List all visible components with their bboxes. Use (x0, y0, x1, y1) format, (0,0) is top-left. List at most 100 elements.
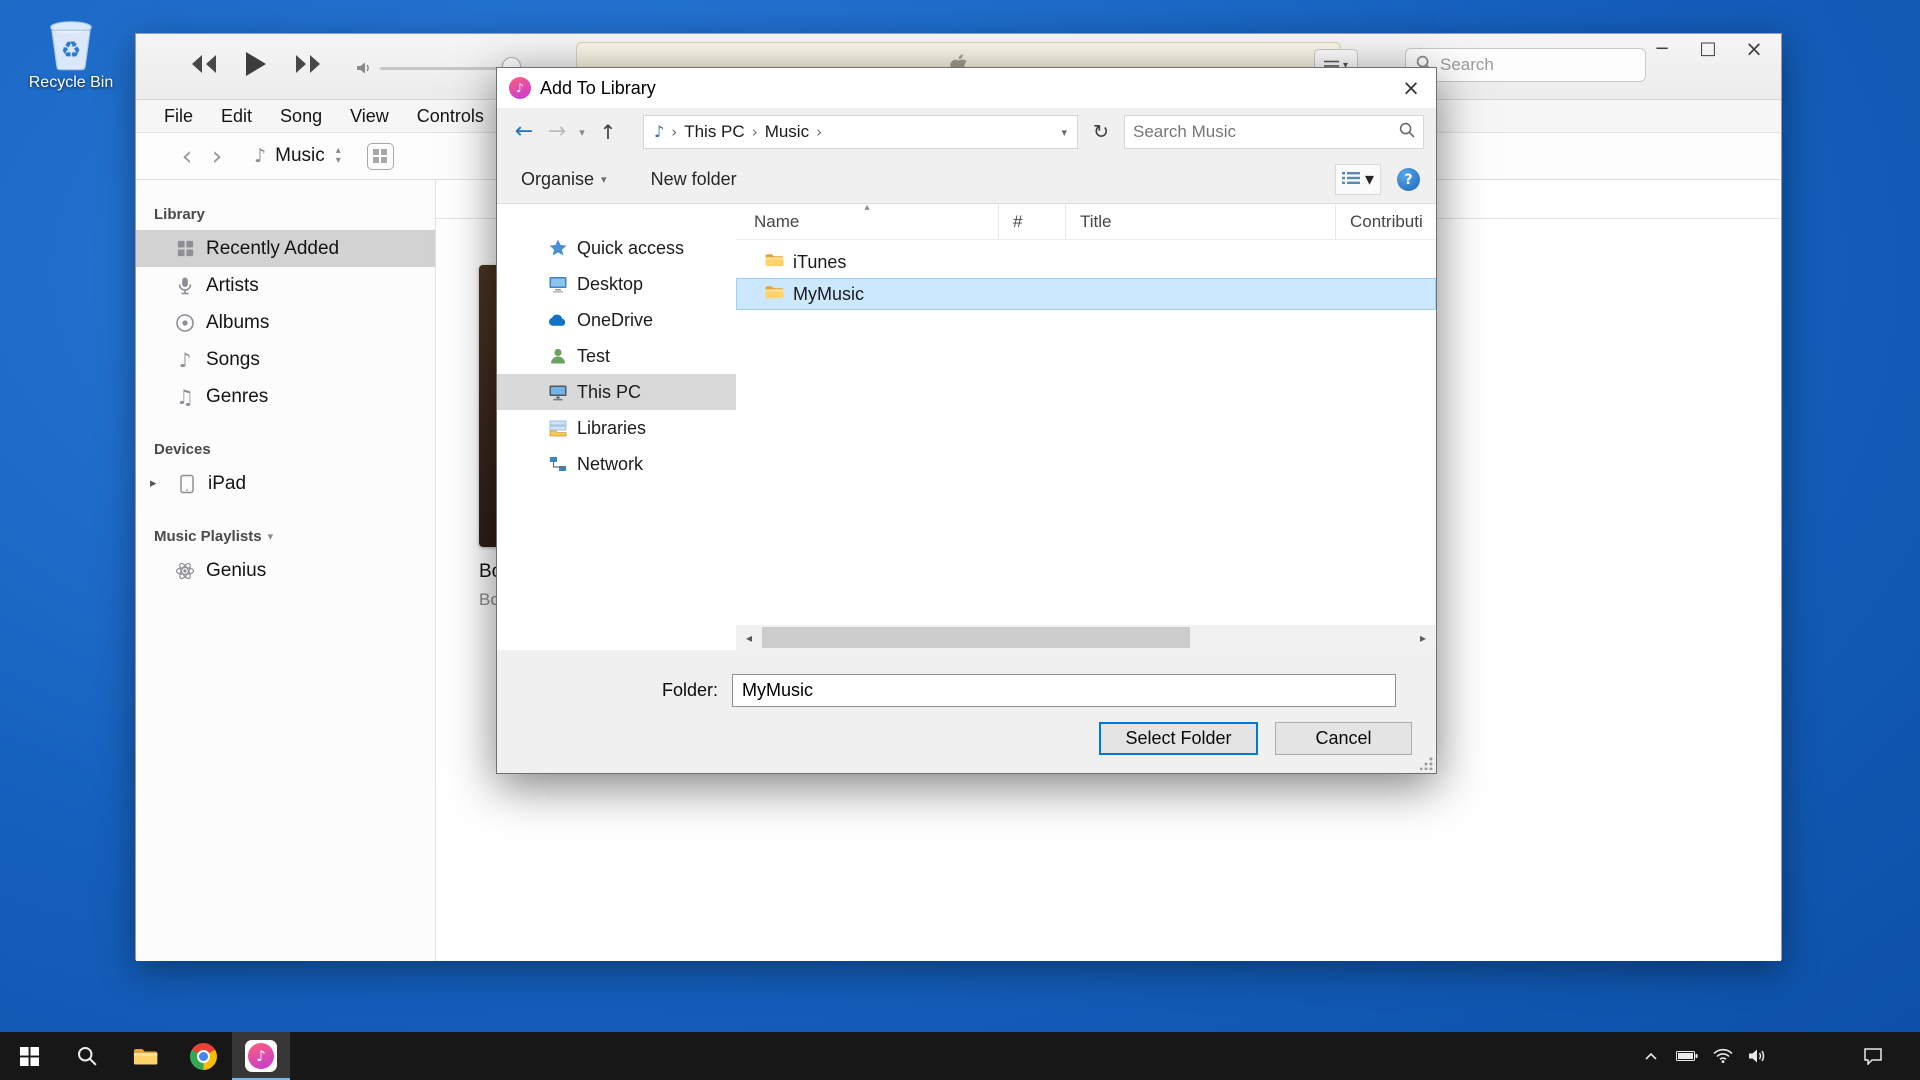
chevron-down-icon[interactable]: ▾ (268, 531, 274, 542)
history-dropdown-icon[interactable]: ▾ (575, 127, 589, 138)
change-view-button[interactable]: ▾ (1335, 164, 1381, 195)
tray-volume-icon[interactable] (1740, 1032, 1774, 1080)
tree-item-label: This PC (577, 382, 641, 403)
forward-chevron-button[interactable]: › (202, 143, 232, 170)
libraries-icon (547, 419, 568, 437)
back-button[interactable]: ← (509, 121, 539, 143)
column-header-title[interactable]: Title (1066, 204, 1336, 239)
menu-song[interactable]: Song (266, 100, 336, 132)
action-center-button[interactable] (1856, 1032, 1890, 1080)
record-icon (174, 313, 196, 333)
folder-icon (764, 284, 784, 305)
notification-bubble-icon (1863, 1047, 1883, 1065)
resize-grip[interactable] (1420, 757, 1433, 770)
scroll-left-arrow[interactable]: ◂ (736, 625, 762, 650)
sidebar-item-ipad[interactable]: ▸ iPad (136, 465, 435, 502)
folder-label: Folder: (497, 680, 718, 701)
back-chevron-button[interactable]: ‹ (172, 143, 202, 170)
dialog-close-button[interactable]: × (1386, 68, 1436, 108)
taskbar-file-explorer-button[interactable] (116, 1032, 174, 1080)
itunes-icon: ♪ (245, 1040, 277, 1072)
file-row-itunes[interactable]: iTunes (736, 246, 1436, 278)
tree-item-desktop[interactable]: Desktop (497, 266, 736, 302)
question-mark-icon: ? (1404, 173, 1412, 187)
organise-menu-button[interactable]: Organise ▾ (521, 169, 607, 190)
volume-slider-track[interactable] (380, 67, 512, 70)
column-header-number[interactable]: # (999, 204, 1066, 239)
itunes-search-input[interactable] (1440, 55, 1661, 75)
folder-name-input[interactable] (732, 674, 1396, 707)
grid-icon (373, 149, 387, 163)
music-note-icon: ♪ (174, 350, 196, 370)
address-bar[interactable]: ♪ › This PC › Music › ▾ (643, 115, 1078, 149)
itunes-search-box[interactable] (1405, 48, 1646, 82)
menu-edit[interactable]: Edit (207, 100, 266, 132)
recycle-bin-icon: ♻ (42, 10, 100, 72)
fast-forward-button[interactable] (294, 53, 322, 80)
menu-view[interactable]: View (336, 100, 403, 132)
scrollbar-track[interactable] (762, 625, 1410, 650)
selector-arrows-icon: ▴ ▾ (336, 146, 341, 166)
new-folder-button[interactable]: New folder (651, 169, 737, 190)
horizontal-scrollbar[interactable]: ◂ ▸ (736, 625, 1436, 650)
itunes-sidebar: Library Recently Added Artists Albums (136, 180, 436, 961)
tree-item-onedrive[interactable]: OneDrive (497, 302, 736, 338)
sidebar-item-label: Genius (206, 560, 266, 582)
sidebar-item-genres[interactable]: ♫ Genres (136, 378, 435, 415)
scrollbar-thumb[interactable] (762, 627, 1190, 648)
file-row-mymusic[interactable]: MyMusic (736, 278, 1436, 310)
folder-name-row: Folder: (497, 672, 1438, 708)
menu-controls[interactable]: Controls (403, 100, 498, 132)
tray-show-hidden-icons-button[interactable] (1634, 1032, 1668, 1080)
sidebar-item-songs[interactable]: ♪ Songs (136, 341, 435, 378)
recycle-bin-label: Recycle Bin (16, 74, 126, 92)
volume-speaker-icon (356, 61, 372, 80)
sidebar-item-genius[interactable]: Genius (136, 552, 435, 589)
column-header-contributing-artists[interactable]: Contributi (1336, 204, 1436, 239)
dialog-titlebar[interactable]: ♪ Add To Library × (497, 68, 1436, 108)
sidebar-item-albums[interactable]: Albums (136, 304, 435, 341)
taskbar-itunes-button[interactable]: ♪ (232, 1032, 290, 1080)
view-grid-button[interactable] (367, 143, 394, 170)
taskbar-chrome-button[interactable] (174, 1032, 232, 1080)
up-one-level-button[interactable]: ↑ (593, 122, 623, 142)
expander-chevron-icon[interactable]: ▸ (150, 477, 166, 490)
dialog-search-box[interactable] (1124, 115, 1424, 149)
start-button[interactable] (0, 1032, 58, 1080)
menu-file[interactable]: File (150, 100, 207, 132)
tray-network-icon[interactable] (1706, 1032, 1740, 1080)
maximize-button[interactable]: □ (1685, 34, 1731, 64)
breadcrumb-music[interactable]: Music (765, 122, 809, 142)
sort-ascending-icon: ▴ (864, 203, 869, 213)
file-name: iTunes (793, 252, 846, 273)
tree-item-this-pc[interactable]: This PC (497, 374, 736, 410)
tree-item-libraries[interactable]: Libraries (497, 410, 736, 446)
address-dropdown-icon[interactable]: ▾ (1061, 127, 1067, 138)
tray-battery-icon[interactable] (1670, 1032, 1704, 1080)
beamed-note-icon: ♫ (174, 387, 196, 407)
sidebar-item-recently-added[interactable]: Recently Added (136, 230, 435, 267)
minimize-button[interactable]: − (1639, 34, 1685, 64)
select-folder-button[interactable]: Select Folder (1099, 722, 1258, 755)
play-button[interactable] (244, 50, 268, 83)
sidebar-item-artists[interactable]: Artists (136, 267, 435, 304)
close-button[interactable]: × (1731, 34, 1777, 64)
breadcrumb-this-pc[interactable]: This PC (684, 122, 744, 142)
forward-button[interactable]: → (543, 121, 571, 143)
tree-item-quick-access[interactable]: Quick access (497, 230, 736, 266)
taskbar-search-button[interactable] (58, 1032, 116, 1080)
column-header-name[interactable]: ▴ Name (736, 204, 999, 239)
rewind-button[interactable] (190, 53, 218, 80)
help-button[interactable]: ? (1397, 168, 1420, 191)
sidebar-header-music-playlists: Music Playlists ▾ (136, 516, 435, 552)
breadcrumb-chevron-icon: › (671, 125, 677, 140)
scroll-right-arrow[interactable]: ▸ (1410, 625, 1436, 650)
refresh-button[interactable]: ↻ (1086, 115, 1116, 149)
recycle-bin-desktop-icon[interactable]: ♻ Recycle Bin (16, 10, 126, 92)
media-kind-selector[interactable]: ♪ Music ▴ ▾ (254, 145, 341, 167)
cancel-button[interactable]: Cancel (1275, 722, 1412, 755)
tree-item-test[interactable]: Test (497, 338, 736, 374)
dialog-search-input[interactable] (1133, 122, 1399, 142)
tree-item-network[interactable]: Network (497, 446, 736, 482)
breadcrumb-chevron-icon: › (752, 125, 758, 140)
